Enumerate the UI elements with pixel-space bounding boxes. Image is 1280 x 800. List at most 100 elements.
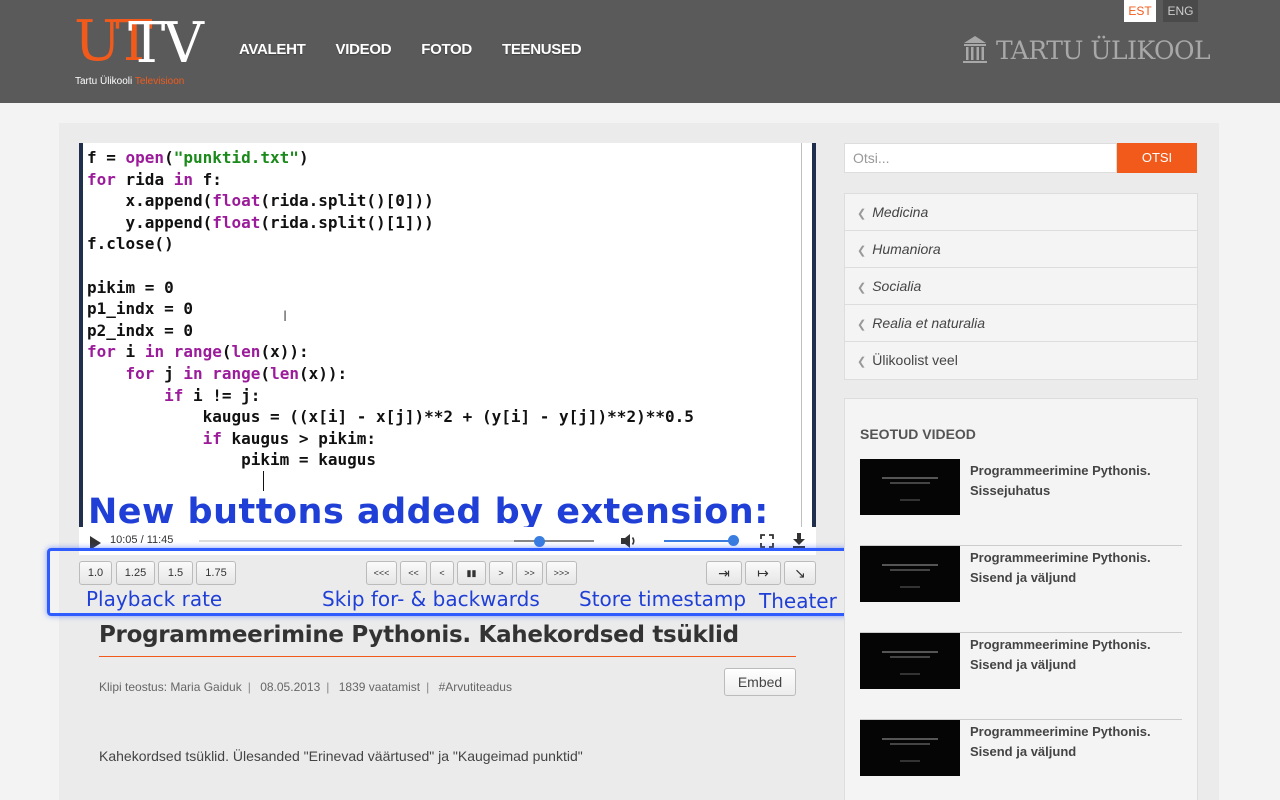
progress-handle[interactable]	[534, 536, 545, 547]
skip-back-medium-button[interactable]: <<	[400, 561, 427, 585]
nav-videod[interactable]: VIDEOD	[336, 41, 392, 58]
annotation-title: New buttons added by extension:	[88, 492, 769, 532]
buffer-bar	[514, 540, 594, 542]
rate-button-1-25[interactable]: 1.25	[116, 561, 155, 585]
skip-forward-medium-button[interactable]: >>	[516, 561, 543, 585]
meta-author: Klipi teostus: Maria Gaiduk	[99, 680, 242, 694]
related-videos-heading: SEOTUD VIDEOD	[860, 426, 976, 442]
code-line: f = open("punktid.txt")	[87, 148, 309, 167]
code-line: if kaugus > pikim:	[202, 428, 376, 448]
related-video-title[interactable]: Programmeerimine Pythonis. Sissejuhatus	[970, 461, 1170, 501]
code-line: kaugus = ((x[i] - x[j])**2 + (y[i] - y[j…	[87, 407, 694, 427]
skip-back-small-button[interactable]: <	[430, 561, 454, 585]
category-item-medicina[interactable]: ❮ Medicina	[845, 194, 1197, 231]
download-icon[interactable]	[792, 532, 806, 548]
video-player[interactable]: f = open("punktid.txt") for rida in f: x.…	[79, 143, 816, 527]
video-thumbnail[interactable]	[860, 459, 960, 515]
code-line: pikim = kaugus	[87, 450, 376, 470]
skip-back-large-button[interactable]: <<<	[366, 561, 397, 585]
video-description: Kahekordsed tsüklid. Ülesanded "Erinevad…	[99, 748, 583, 764]
meta-views: 1839 vaatamist	[338, 680, 421, 694]
embed-button[interactable]: Embed	[724, 668, 796, 696]
logo-sub-accent: Televisioon	[134, 76, 185, 87]
lang-eng-button[interactable]: ENG	[1163, 0, 1198, 22]
video-code-frame: f = open("punktid.txt") for rida in f: x.…	[87, 147, 694, 471]
code-line: for i in range(len(x)):	[87, 342, 309, 362]
meta-date: 08.05.2013	[260, 680, 321, 694]
category-label: Humaniora	[872, 241, 941, 257]
code-line: for j in range(len(x)):	[125, 363, 348, 383]
theater-mode-button[interactable]: ↘	[784, 561, 816, 585]
meta-tag-link[interactable]: #Arvutiteadus	[439, 680, 512, 694]
category-label: Socialia	[872, 278, 922, 294]
code-line: if i != j:	[164, 385, 261, 405]
logo-tv: TV	[128, 11, 204, 76]
video-meta: Klipi teostus: Maria Gaiduk | 08.05.2013 |…	[99, 680, 512, 694]
site-header: UT TV Tartu Ülikooli Televisioon AVALEHT…	[0, 0, 1280, 103]
category-list: ❮ Medicina ❮ Humaniora ❮ Socialia ❮ Realia e…	[844, 193, 1198, 380]
volume-track[interactable]	[664, 540, 734, 542]
related-video-title[interactable]: Programmeerimine Pythonis. Sisend ja väl…	[970, 635, 1170, 675]
category-item-socialia[interactable]: ❮ Socialia	[845, 268, 1197, 305]
related-video-title[interactable]: Programmeerimine Pythonis. Sisend ja väl…	[970, 722, 1170, 762]
volume-handle[interactable]	[728, 535, 739, 546]
jump-timestamp-button[interactable]: ↦	[745, 561, 781, 585]
video-title: Programmeerimine Pythonis. Kahekordsed t…	[99, 622, 739, 648]
university-name: TARTU ÜLIKOOL	[996, 35, 1211, 65]
university-building-icon	[963, 36, 987, 63]
video-thumbnail[interactable]	[860, 720, 960, 776]
video-thumbnail[interactable]	[860, 633, 960, 689]
rate-button-1-75[interactable]: 1.75	[196, 561, 236, 585]
search-input[interactable]: Otsi...	[844, 143, 1117, 173]
category-label: Ülikoolist veel	[872, 352, 958, 368]
text-cursor-icon: I	[283, 309, 288, 325]
chevron-left-icon: ❮	[857, 319, 867, 331]
chevron-left-icon: ❮	[857, 245, 867, 257]
chevron-left-icon: ❮	[857, 208, 867, 220]
theater-label: Theater	[759, 589, 837, 613]
fullscreen-icon[interactable]	[760, 534, 774, 548]
category-item-ulikoolist[interactable]: ❮ Ülikoolist veel	[845, 342, 1197, 379]
university-logo[interactable]: TARTU ÜLIKOOL	[962, 32, 1211, 68]
code-line: y.append(float(rida.split()[1]))	[87, 212, 434, 232]
store-timestamp-button[interactable]: ⇥	[706, 561, 742, 585]
skip-label: Skip for- & backwards	[322, 587, 540, 611]
skip-forward-large-button[interactable]: >>>	[546, 561, 577, 585]
code-line: x.append(float(rida.split()[0]))	[87, 191, 434, 211]
chevron-left-icon: ❮	[857, 282, 867, 294]
related-video-item[interactable]: Programmeerimine Pythonis. Sisend ja väl…	[860, 633, 1182, 720]
video-thumbnail[interactable]	[860, 546, 960, 602]
code-line: for rida in f:	[87, 169, 222, 189]
code-line: p1_indx = 0	[87, 299, 193, 319]
volume-icon[interactable]	[620, 533, 638, 549]
nav-avaleht[interactable]: AVALEHT	[239, 41, 306, 58]
uttv-logo[interactable]: UT TV Tartu Ülikooli Televisioon	[74, 12, 214, 92]
playback-rate-label: Playback rate	[86, 587, 223, 611]
lang-est-button[interactable]: EST	[1124, 0, 1156, 22]
store-timestamp-label: Store timestamp	[579, 587, 747, 611]
code-line: pikim = 0	[87, 277, 174, 297]
category-item-realia[interactable]: ❮ Realia et naturalia	[845, 305, 1197, 342]
logo-sub-main: Tartu Ülikooli	[75, 76, 133, 87]
rate-button-1-0[interactable]: 1.0	[79, 561, 112, 585]
editor-caret	[263, 471, 264, 491]
related-video-item[interactable]: Programmeerimine Pythonis. Sisend ja väl…	[860, 546, 1182, 633]
pause-button[interactable]: ▮▮	[457, 561, 486, 585]
main-nav: AVALEHT VIDEOD FOTOD TEENUSED	[239, 41, 611, 58]
category-label: Realia et naturalia	[872, 315, 986, 331]
related-video-item[interactable]: Programmeerimine Pythonis. Sisend ja väl…	[860, 720, 1182, 800]
code-line: f.close()	[87, 234, 174, 254]
code-line: p2_indx = 0	[87, 320, 193, 340]
nav-teenused[interactable]: TEENUSED	[502, 41, 582, 58]
skip-forward-small-button[interactable]: >	[489, 561, 513, 585]
related-video-item[interactable]: Programmeerimine Pythonis. Sissejuhatus	[860, 459, 1182, 546]
logo-subtitle: Tartu Ülikooli Televisioon	[75, 76, 184, 87]
chevron-left-icon: ❮	[857, 356, 867, 368]
category-item-humaniora[interactable]: ❮ Humaniora	[845, 231, 1197, 268]
nav-fotod[interactable]: FOTOD	[421, 41, 472, 58]
related-video-title[interactable]: Programmeerimine Pythonis. Sisend ja väl…	[970, 548, 1170, 588]
rate-button-1-5[interactable]: 1.5	[158, 561, 193, 585]
search-button[interactable]: OTSI	[1117, 143, 1197, 173]
video-time: 10:05 / 11:45	[110, 534, 174, 546]
